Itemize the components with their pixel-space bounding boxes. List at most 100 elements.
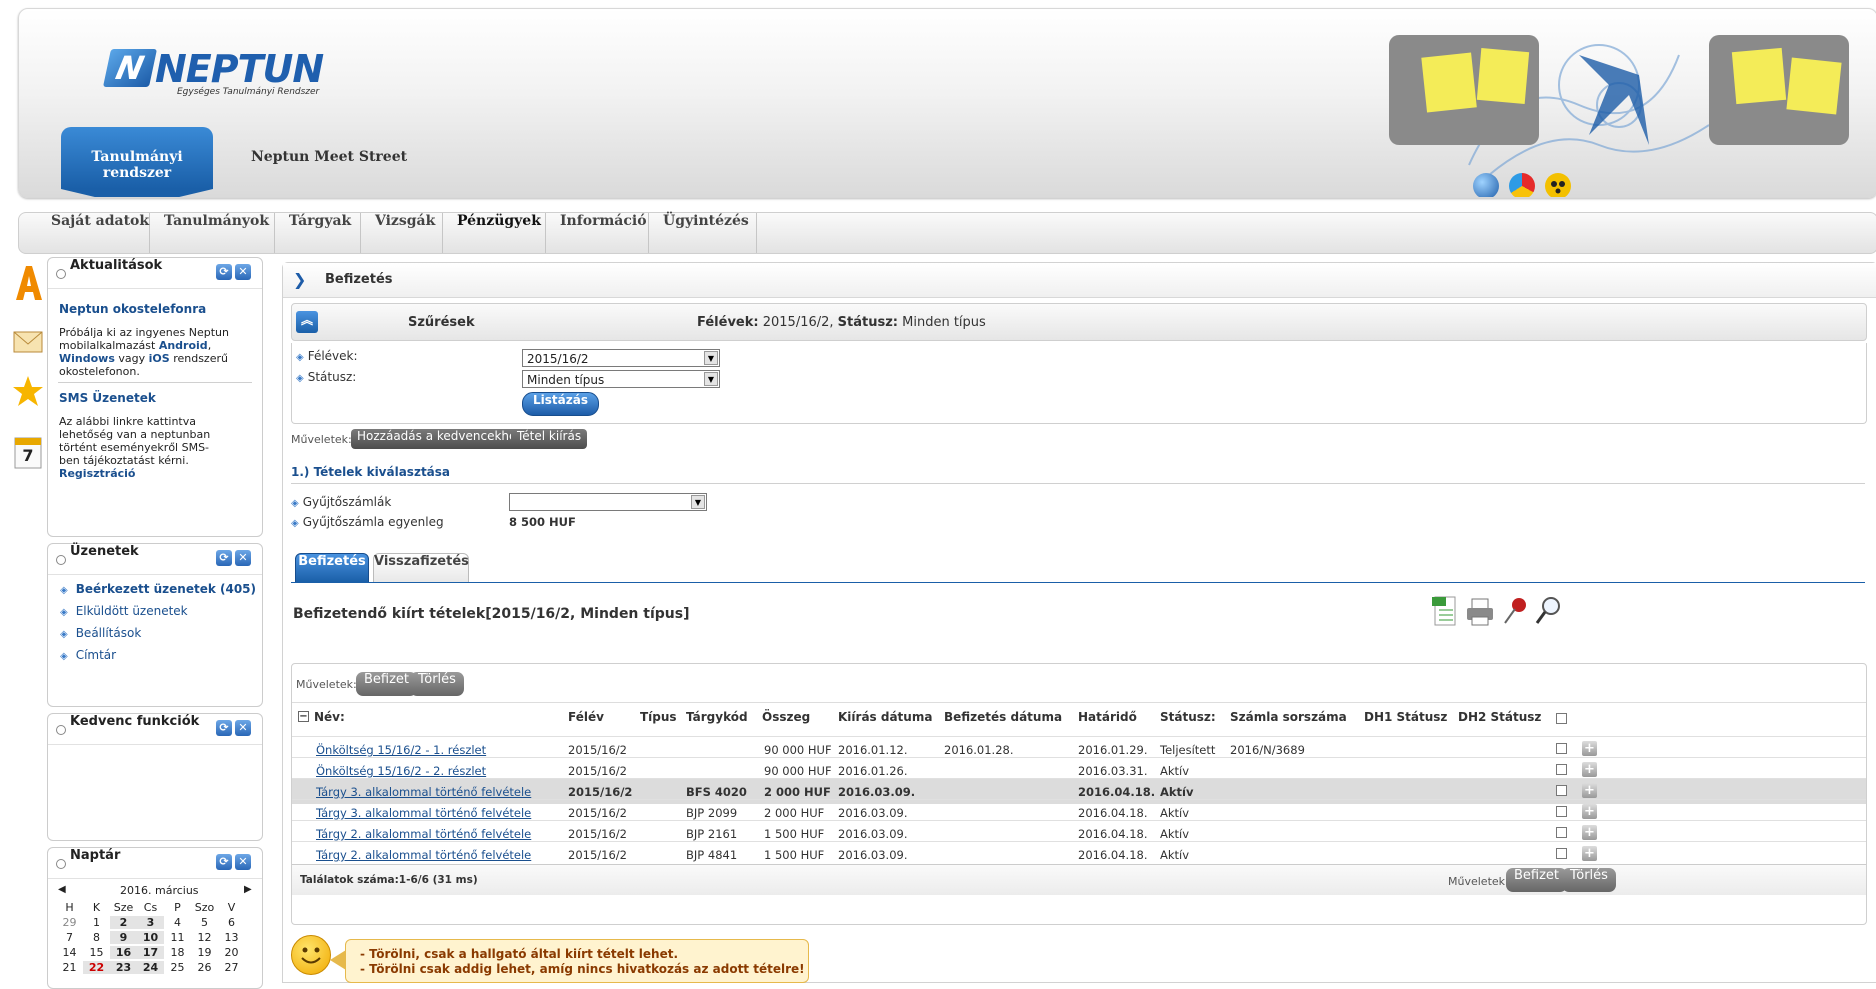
torles-button[interactable]: Törlés (410, 672, 464, 696)
close-icon[interactable]: ✕ (235, 264, 251, 280)
row-nev-link[interactable]: Tárgy 3. alkalommal történő felvétele (316, 806, 531, 820)
refresh-icon[interactable]: ⟳ (216, 550, 232, 566)
calendar-prev-icon[interactable]: ◀ (58, 884, 66, 895)
row-checkbox[interactable] (1556, 743, 1567, 754)
calendar-day[interactable]: 9 (110, 931, 137, 944)
xls-export-icon[interactable] (1431, 595, 1459, 627)
column-header-osszeg[interactable]: Összeg (762, 710, 810, 724)
calendar-day[interactable]: 5 (191, 916, 218, 929)
calendar-day[interactable]: 26 (191, 961, 218, 974)
news-title-sms[interactable]: SMS Üzenetek (59, 391, 156, 405)
menu-ugyintezes[interactable]: Ügyintézés (649, 213, 757, 253)
accessibility-icon[interactable] (1545, 173, 1571, 197)
column-header-hatarido[interactable]: Határidő (1078, 710, 1137, 724)
calendar-day[interactable]: 1 (83, 916, 110, 929)
calendar-day[interactable]: 13 (218, 931, 245, 944)
calendar-next-icon[interactable]: ▶ (244, 884, 252, 895)
calendar-day[interactable]: 2 (110, 916, 137, 929)
calendar-day[interactable]: 6 (218, 916, 245, 929)
color-wheel-icon[interactable] (1509, 173, 1535, 197)
close-icon[interactable]: ✕ (235, 550, 251, 566)
calendar-day[interactable]: 14 (56, 946, 83, 959)
filter-bar[interactable]: ︽ Szűrések Félévek: 2015/16/2, Státusz: … (291, 303, 1867, 341)
expand-row-icon[interactable]: + (1582, 825, 1597, 840)
column-header-tipus[interactable]: Típus (640, 710, 677, 724)
refresh-icon[interactable]: ⟳ (216, 854, 232, 870)
pin-icon[interactable] (1499, 595, 1529, 627)
menu-vizsgak[interactable]: Vizsgák (361, 213, 443, 253)
calendar-day[interactable]: 19 (191, 946, 218, 959)
befizet-button[interactable]: Befizet (356, 672, 418, 696)
calendar-day[interactable]: 16 (110, 946, 137, 959)
calendar-day[interactable]: 24 (137, 961, 164, 974)
news-title-okostelefon[interactable]: Neptun okostelefonra (59, 302, 206, 316)
add-to-favorites-button[interactable]: Hozzáadás a kedvencekhez (351, 429, 529, 449)
menu-targyak[interactable]: Tárgyak (275, 213, 361, 253)
column-header-felev[interactable]: Félév (568, 710, 604, 724)
row-nev-link[interactable]: Tárgy 2. alkalommal történő felvétele (316, 848, 531, 862)
close-icon[interactable]: ✕ (235, 854, 251, 870)
link-ios[interactable]: iOS (149, 352, 170, 365)
calendar-day[interactable]: 23 (110, 961, 137, 974)
column-header-dh1-statusz[interactable]: DH1 Státusz (1364, 710, 1447, 724)
calendar-day[interactable]: 7 (56, 931, 83, 944)
globe-icon[interactable] (1473, 173, 1499, 197)
collapse-all-icon[interactable]: − (298, 711, 309, 722)
row-nev-link[interactable]: Tárgy 2. alkalommal történő felvétele (316, 827, 531, 841)
column-header-befizetes-datuma[interactable]: Befizetés dátuma (944, 710, 1062, 724)
menu-penzugyek[interactable]: Pénzügyek (443, 213, 546, 253)
link-beallitasok[interactable]: Beállítások (60, 626, 142, 640)
expand-row-icon[interactable]: + (1582, 741, 1597, 756)
calendar-day[interactable]: 8 (83, 931, 110, 944)
link-cimtar[interactable]: Címtár (60, 648, 116, 662)
calendar-day[interactable]: 4 (164, 916, 191, 929)
tab-visszafizetes[interactable]: Visszafizetés (373, 553, 469, 583)
footer-torles-button[interactable]: Törlés (1562, 868, 1616, 892)
menu-sajat-adatok[interactable]: Saját adatok (37, 213, 150, 253)
tab-neptun-meet-street[interactable]: Neptun Meet Street (251, 149, 407, 165)
calendar-day[interactable]: 21 (56, 961, 83, 974)
letter-a-icon[interactable] (12, 262, 44, 302)
row-checkbox[interactable] (1556, 806, 1567, 817)
refresh-icon[interactable]: ⟳ (216, 720, 232, 736)
calendar-day[interactable]: 15 (83, 946, 110, 959)
calendar-day[interactable]: 11 (164, 931, 191, 944)
collapse-filter-icon[interactable]: ︽ (296, 311, 318, 333)
row-checkbox[interactable] (1556, 764, 1567, 775)
calendar-day[interactable]: 18 (164, 946, 191, 959)
calendar-day-today[interactable]: 22 (83, 961, 110, 974)
row-checkbox[interactable] (1556, 827, 1567, 838)
calendar-day[interactable]: 10 (137, 931, 164, 944)
calendar-day[interactable]: 27 (218, 961, 245, 974)
calendar-day[interactable]: 25 (164, 961, 191, 974)
statusz-select[interactable]: Minden típus (522, 370, 720, 388)
tetel-kiiras-button[interactable]: Tétel kiírás (511, 429, 588, 449)
felevek-select[interactable]: 2015/16/2 (522, 349, 720, 367)
envelope-icon[interactable] (12, 318, 44, 358)
calendar-icon[interactable]: 7 (12, 432, 44, 472)
column-header-dh2-statusz[interactable]: DH2 Státusz (1458, 710, 1541, 724)
expand-row-icon[interactable]: + (1582, 783, 1597, 798)
close-icon[interactable]: ✕ (235, 720, 251, 736)
expand-row-icon[interactable]: + (1582, 846, 1597, 861)
expand-row-icon[interactable]: + (1582, 804, 1597, 819)
calendar-day[interactable]: 29 (56, 916, 83, 929)
calendar-day[interactable]: 17 (137, 946, 164, 959)
calendar-day[interactable]: 3 (137, 916, 164, 929)
row-checkbox[interactable] (1556, 785, 1567, 796)
row-checkbox[interactable] (1556, 848, 1567, 859)
calendar-day[interactable]: 20 (218, 946, 245, 959)
calendar-day[interactable]: 12 (191, 931, 218, 944)
link-android[interactable]: Android (159, 339, 208, 352)
column-header-kiiras-datuma[interactable]: Kiírás dátuma (838, 710, 932, 724)
expand-row-icon[interactable]: + (1582, 762, 1597, 777)
column-header-targykod[interactable]: Tárgykód (686, 710, 748, 724)
refresh-icon[interactable]: ⟳ (216, 264, 232, 280)
star-icon[interactable] (12, 372, 44, 412)
select-all-checkbox[interactable] (1556, 713, 1567, 724)
tab-befizetes[interactable]: Befizetés (295, 553, 369, 583)
link-elkuldott-uzenetek[interactable]: Elküldött üzenetek (60, 604, 188, 618)
column-header-statusz[interactable]: Státusz: (1160, 710, 1216, 724)
row-nev-link[interactable]: Önköltség 15/16/2 - 1. részlet (316, 743, 486, 757)
link-beerkezett-uzenetek[interactable]: Beérkezett üzenetek (405) (60, 582, 256, 596)
